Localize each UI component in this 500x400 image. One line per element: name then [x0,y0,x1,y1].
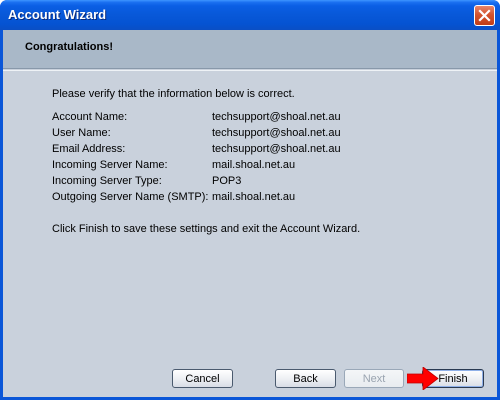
field-value: techsupport@shoal.net.au [212,111,341,123]
field-value: POP3 [212,175,242,187]
page-title: Congratulations! [25,41,113,53]
field-label: User Name: [52,127,111,139]
field-label: Outgoing Server Name (SMTP): [52,191,209,203]
cancel-button[interactable]: Cancel [172,369,233,388]
summary-row-email-address: Email Address: techsupport@shoal.net.au [52,143,372,159]
field-label: Account Name: [52,111,128,123]
summary-row-outgoing-server-name: Outgoing Server Name (SMTP): mail.shoal.… [52,191,372,207]
summary-row-user-name: User Name: techsupport@shoal.net.au [52,127,372,143]
header-divider [3,70,497,71]
field-value: techsupport@shoal.net.au [212,127,341,139]
next-button: Next [344,369,404,388]
field-label: Incoming Server Type: [52,175,162,187]
field-value: mail.shoal.net.au [212,191,296,203]
field-label: Incoming Server Name: [52,159,168,171]
back-button[interactable]: Back [275,369,336,388]
close-icon [478,9,491,22]
wizard-header: Congratulations! [3,30,497,69]
wizard-client-area: Congratulations! Please verify that the … [3,30,497,397]
title-bar[interactable]: Account Wizard [0,0,500,30]
finish-instructions: Click Finish to save these settings and … [52,223,361,235]
intro-text: Please verify that the information below… [52,88,295,100]
account-summary: Account Name: techsupport@shoal.net.au U… [52,111,372,207]
red-arrow-icon [407,367,439,390]
summary-row-incoming-server-type: Incoming Server Type: POP3 [52,175,372,191]
close-button[interactable] [474,5,495,26]
window-title: Account Wizard [8,7,107,22]
field-value: mail.shoal.net.au [212,159,296,171]
summary-row-incoming-server-name: Incoming Server Name: mail.shoal.net.au [52,159,372,175]
field-label: Email Address: [52,143,126,155]
summary-row-account-name: Account Name: techsupport@shoal.net.au [52,111,372,127]
account-wizard-window: Account Wizard Congratulations! Please v… [0,0,500,400]
field-value: techsupport@shoal.net.au [212,143,341,155]
